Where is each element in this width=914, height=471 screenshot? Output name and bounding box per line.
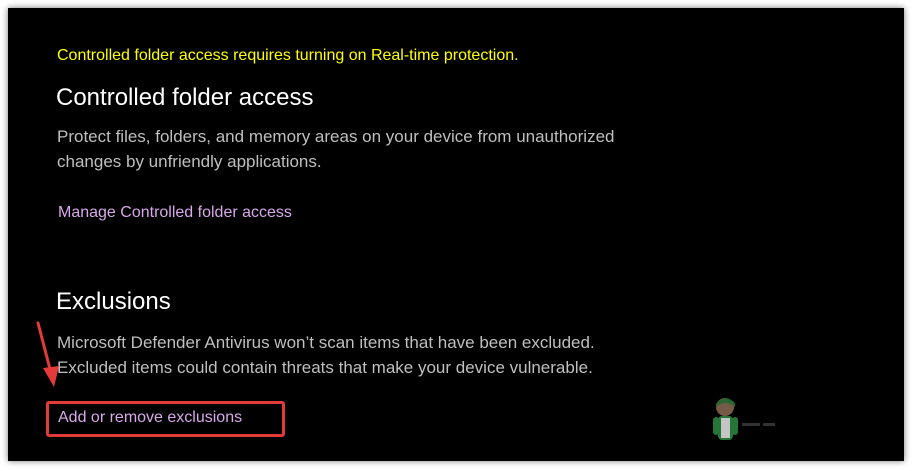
screenshot-canvas: Controlled folder access requires turnin… bbox=[0, 0, 914, 471]
exclusions-title: Exclusions bbox=[56, 288, 171, 315]
security-settings-panel: Controlled folder access requires turnin… bbox=[8, 8, 904, 461]
exclusions-description-line-1: Microsoft Defender Antivirus won’t scan … bbox=[57, 333, 595, 352]
manage-controlled-folder-access-link[interactable]: Manage Controlled folder access bbox=[58, 204, 292, 222]
exclusions-description: Microsoft Defender Antivirus won’t scan … bbox=[57, 330, 717, 380]
controlled-folder-access-description-line-1: Protect files, folders, and memory areas… bbox=[57, 127, 615, 146]
red-arrow-icon bbox=[36, 321, 59, 387]
realtime-protection-warning: Controlled folder access requires turnin… bbox=[57, 47, 519, 64]
add-or-remove-exclusions-link[interactable]: Add or remove exclusions bbox=[58, 409, 242, 427]
watermark-logo-icon bbox=[713, 398, 775, 440]
controlled-folder-access-description-line-2: changes by unfriendly applications. bbox=[57, 152, 322, 171]
controlled-folder-access-description: Protect files, folders, and memory areas… bbox=[57, 124, 717, 174]
exclusions-description-line-2: Excluded items could contain threats tha… bbox=[57, 358, 593, 377]
controlled-folder-access-title: Controlled folder access bbox=[56, 84, 314, 111]
